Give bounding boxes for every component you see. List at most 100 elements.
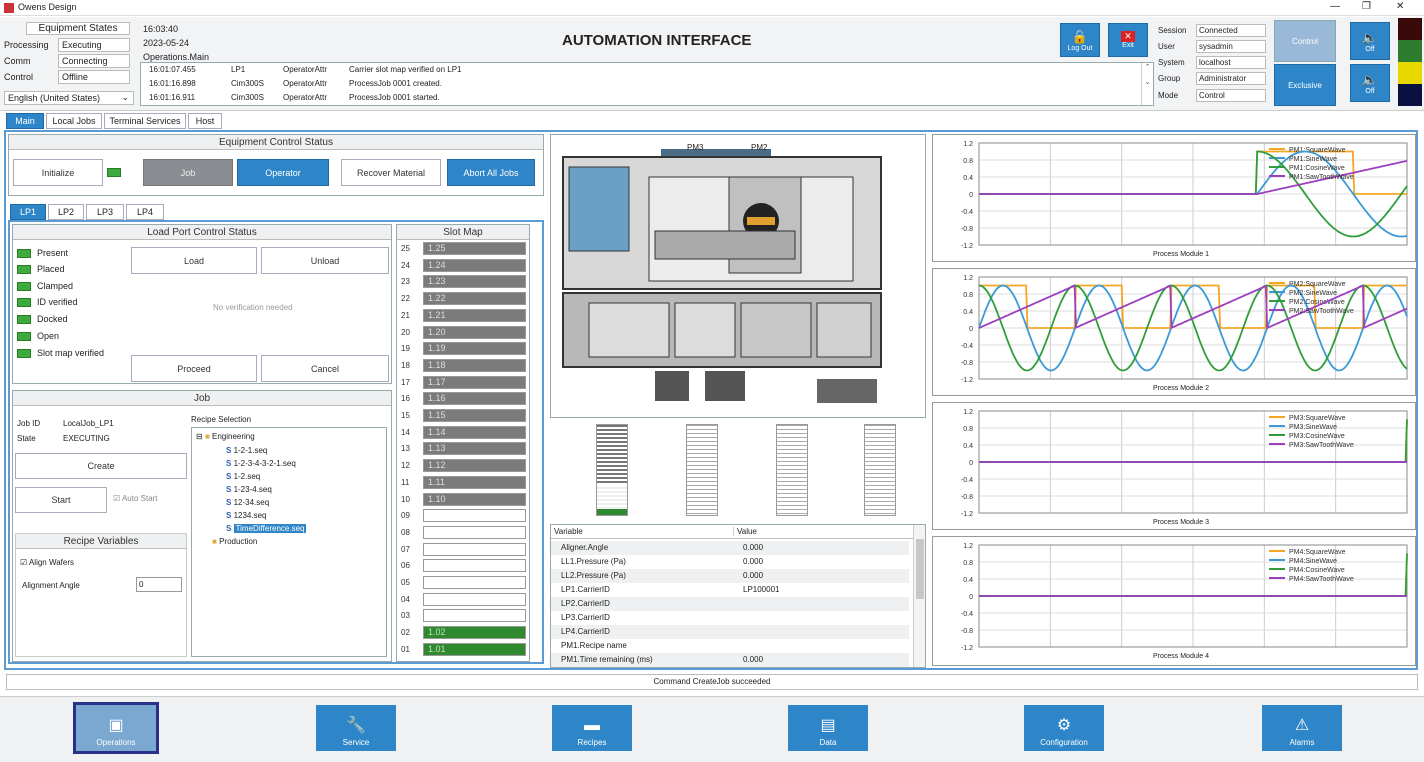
slot-row[interactable]: 20 1.20: [399, 325, 527, 340]
log-source: LP1: [231, 65, 246, 74]
initialize-button[interactable]: Initialize: [13, 159, 103, 186]
slot-number: 11: [401, 477, 410, 487]
exit-button[interactable]: ✕ Exit: [1108, 23, 1148, 57]
nav-operations[interactable]: ▣ Operations: [73, 702, 159, 754]
slot-row[interactable]: 16 1.16: [399, 391, 527, 406]
recipe-item[interactable]: S 12-34.seq: [226, 498, 269, 507]
align-wafers-checkbox[interactable]: ☑ Align Wafers: [20, 558, 74, 567]
table-row[interactable]: PM1.Recipe name: [551, 639, 909, 653]
tree-folder[interactable]: ■ Production: [212, 537, 257, 546]
tab-host[interactable]: Host: [188, 113, 222, 129]
event-log[interactable]: 16:01:07.455 LP1 OperatorAttr Carrier sl…: [140, 62, 1154, 106]
recipe-item-selected[interactable]: S TimeDifference.seq: [226, 524, 307, 533]
slot-row[interactable]: 15 1.15: [399, 408, 527, 423]
slot-row[interactable]: 09: [399, 508, 527, 523]
table-row[interactable]: LP1.CarrierID LP100001: [551, 583, 909, 597]
sound-off-button-2[interactable]: 🔈 Off: [1350, 64, 1390, 102]
cancel-button[interactable]: Cancel: [261, 355, 389, 382]
slot-row[interactable]: 05: [399, 575, 527, 590]
legend-label: PM2:CosineWave: [1289, 299, 1345, 306]
tab-main[interactable]: Main: [6, 113, 44, 129]
start-button[interactable]: Start: [15, 487, 107, 513]
unload-button[interactable]: Unload: [261, 247, 389, 274]
language-value: English (United States): [8, 93, 101, 103]
slot-row[interactable]: 11 1.11: [399, 475, 527, 490]
recipe-item[interactable]: S 1234.seq: [226, 511, 266, 520]
alignment-angle-input[interactable]: 0: [136, 577, 182, 592]
table-row[interactable]: LL2.Pressure (Pa) 0.000: [551, 569, 909, 583]
slot-row[interactable]: 19 1.19: [399, 341, 527, 356]
language-select[interactable]: English (United States) ⌄: [4, 91, 134, 105]
slot-row[interactable]: 07: [399, 542, 527, 557]
tab-terminal-services[interactable]: Terminal Services: [104, 113, 186, 129]
table-row[interactable]: LP2.CarrierID: [551, 597, 909, 611]
recipe-tree[interactable]: ⊟ ■ Engineering S 1-2-1.seq S 1-2-3-4-3-…: [191, 427, 387, 657]
legend-label: PM1:SineWave: [1289, 156, 1337, 163]
table-row[interactable]: LP4.CarrierID: [551, 625, 909, 639]
slot-row[interactable]: 22 1.22: [399, 291, 527, 306]
slot-wafer: 1.22: [423, 292, 526, 306]
slot-row[interactable]: 25 1.25: [399, 241, 527, 256]
control-button[interactable]: Control: [1274, 20, 1336, 62]
slot-row[interactable]: 04: [399, 592, 527, 607]
logout-button[interactable]: 🔒 Log Out: [1060, 23, 1100, 57]
variables-scrollbar[interactable]: [913, 525, 925, 667]
table-row[interactable]: LP3.CarrierID: [551, 611, 909, 625]
tab-local-jobs[interactable]: Local Jobs: [46, 113, 102, 129]
tab-lp3[interactable]: LP3: [86, 204, 124, 220]
slot-row[interactable]: 24 1.24: [399, 258, 527, 273]
slot-row[interactable]: 23 1.23: [399, 274, 527, 289]
slot-row[interactable]: 02 1.02: [399, 625, 527, 640]
slot-row[interactable]: 01 1.01: [399, 642, 527, 657]
slot-row[interactable]: 18 1.18: [399, 358, 527, 373]
abort-all-jobs-button[interactable]: Abort All Jobs: [447, 159, 535, 186]
slot-number: 09: [401, 511, 410, 521]
recipe-item[interactable]: S 1-23-4.seq: [226, 485, 272, 494]
column-value: Value: [733, 527, 757, 536]
slot-row[interactable]: 10 1.10: [399, 492, 527, 507]
recipe-item[interactable]: S 1-2-3-4-3-2-1.seq: [226, 459, 296, 468]
table-row[interactable]: Aligner.Angle 0.000: [551, 541, 909, 555]
y-tick-label: 0.8: [963, 292, 973, 299]
recipe-item-label: TimeDifference.seq: [233, 524, 307, 533]
slot-row[interactable]: 17 1.17: [399, 375, 527, 390]
table-row[interactable]: LL1.Pressure (Pa) 0.000: [551, 555, 909, 569]
minimize-icon[interactable]: —: [1330, 1, 1340, 12]
create-button[interactable]: Create: [15, 453, 187, 479]
scrollbar-thumb[interactable]: [916, 539, 924, 599]
recipe-item[interactable]: S 1-2.seq: [226, 472, 260, 481]
slot-wafer: 1.25: [423, 242, 526, 255]
tree-root[interactable]: ⊟ ■ Engineering: [196, 432, 255, 441]
log-scrollbar[interactable]: ⌃ ⌄: [1141, 63, 1153, 105]
recipe-item[interactable]: S 1-2-1.seq: [226, 446, 267, 455]
tab-lp2[interactable]: LP2: [48, 204, 84, 220]
slot-row[interactable]: 14 1.14: [399, 425, 527, 440]
slot-row[interactable]: 08: [399, 525, 527, 540]
tab-lp1[interactable]: LP1: [10, 204, 46, 220]
proceed-button[interactable]: Proceed: [131, 355, 257, 382]
restore-icon[interactable]: ❐: [1362, 1, 1371, 12]
slot-row[interactable]: 12 1.12: [399, 458, 527, 473]
exclusive-button[interactable]: Exclusive: [1274, 64, 1336, 106]
slot-row[interactable]: 03: [399, 608, 527, 623]
tower-light-yellow: [1398, 62, 1422, 84]
nav-alarms[interactable]: ⚠ Alarms: [1262, 705, 1342, 751]
nav-configuration[interactable]: ⚙ Configuration: [1024, 705, 1104, 751]
tab-lp4[interactable]: LP4: [126, 204, 164, 220]
slot-row[interactable]: 06: [399, 558, 527, 573]
slot-row[interactable]: 13 1.13: [399, 441, 527, 456]
recover-material-button[interactable]: Recover Material: [341, 159, 441, 186]
nav-recipes[interactable]: ▬ Recipes: [552, 705, 632, 751]
load-button[interactable]: Load: [131, 247, 257, 274]
nav-service[interactable]: 🔧 Service: [316, 705, 396, 751]
sound-off-button[interactable]: 🔈 Off: [1350, 22, 1390, 60]
nav-data[interactable]: ▤ Data: [788, 705, 868, 751]
equipment-states: Equipment States Processing Executing Co…: [4, 22, 134, 88]
slot-row[interactable]: 21 1.21: [399, 308, 527, 323]
auto-start-checkbox[interactable]: ☑ Auto Start: [113, 494, 158, 503]
job-button[interactable]: Job: [143, 159, 233, 186]
variables-table[interactable]: Variable Value Aligner.Angle 0.000 LL1.Pr…: [550, 524, 926, 668]
table-row[interactable]: PM1.Time remaining (ms) 0.000: [551, 653, 909, 667]
operator-button[interactable]: Operator: [237, 159, 329, 186]
close-icon[interactable]: ✕: [1396, 1, 1404, 12]
